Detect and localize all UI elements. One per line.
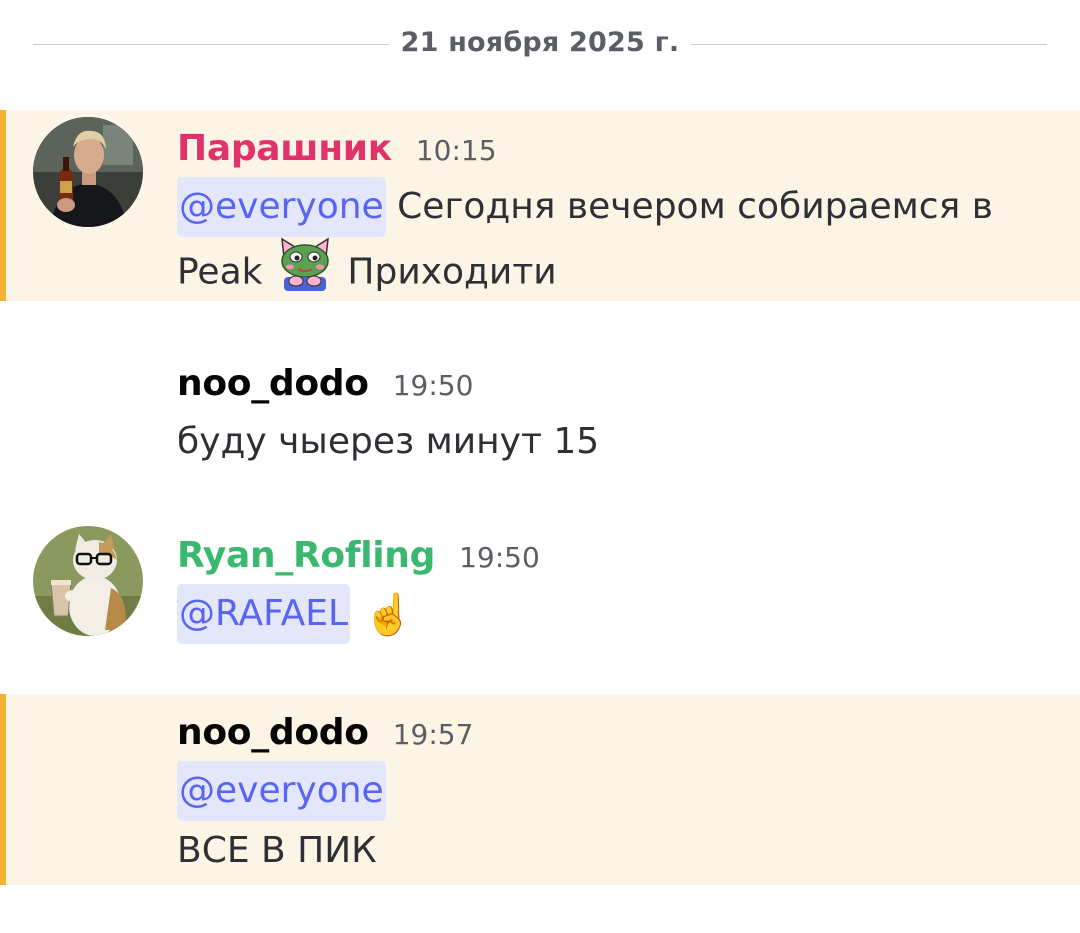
divider-line-right (691, 44, 1047, 45)
message-content: буду чыерез минут 15 (177, 412, 1040, 472)
pointing-up-emoji-icon[interactable]: ☝️ (363, 585, 413, 645)
username[interactable]: Парашник (177, 128, 392, 169)
message-content: @everyone ВСЕ В ПИК (177, 761, 1040, 881)
mention-everyone[interactable]: @everyone (177, 177, 386, 237)
username[interactable]: Ryan_Rofling (177, 535, 435, 576)
message-item[interactable]: noo_dodo 19:50 буду чыерез минут 15 (0, 345, 1080, 475)
date-label: 21 ноября 2025 г. (400, 27, 680, 58)
message-text: Сегодня вечером собираемся в (397, 186, 993, 227)
mention-user[interactable]: @RAFAEL (177, 584, 351, 644)
timestamp[interactable]: 19:57 (393, 718, 474, 751)
message-text: ВСЕ В ПИК (177, 830, 377, 871)
timestamp[interactable]: 10:15 (416, 134, 497, 167)
timestamp[interactable]: 19:50 (459, 541, 540, 574)
username[interactable]: noo_dodo (177, 712, 369, 753)
avatar[interactable] (33, 526, 143, 636)
message-content: @RAFAEL ☝️ (177, 584, 1040, 645)
mention-everyone[interactable]: @everyone (177, 761, 386, 821)
message-content: @everyone Сегодня вечером собираемся в P… (177, 177, 1040, 310)
message-text: Peak (177, 251, 263, 293)
username[interactable]: noo_dodo (177, 363, 369, 404)
date-divider: 21 ноября 2025 г. (33, 22, 1047, 68)
message-text: буду чыерез минут 15 (177, 421, 600, 462)
timestamp[interactable]: 19:50 (393, 369, 474, 402)
avatar[interactable] (33, 117, 143, 227)
message-header: noo_dodo 19:57 (177, 712, 473, 753)
message-item[interactable]: noo_dodo 19:57 @everyone ВСЕ В ПИК (0, 694, 1080, 885)
message-header: Парашник 10:15 (177, 128, 497, 169)
message-header: noo_dodo 19:50 (177, 363, 473, 404)
pepe-cat-emoji-icon[interactable] (276, 237, 334, 310)
avatar-image-icon (33, 526, 143, 636)
avatar-image-icon (33, 117, 143, 227)
message-text: Приходити (347, 251, 557, 293)
message-item[interactable]: Ryan_Rofling 19:50 @RAFAEL ☝️ (0, 517, 1080, 657)
message-item[interactable]: Парашник 10:15 @everyone Сегодня вечером… (0, 110, 1080, 301)
message-header: Ryan_Rofling 19:50 (177, 535, 540, 576)
